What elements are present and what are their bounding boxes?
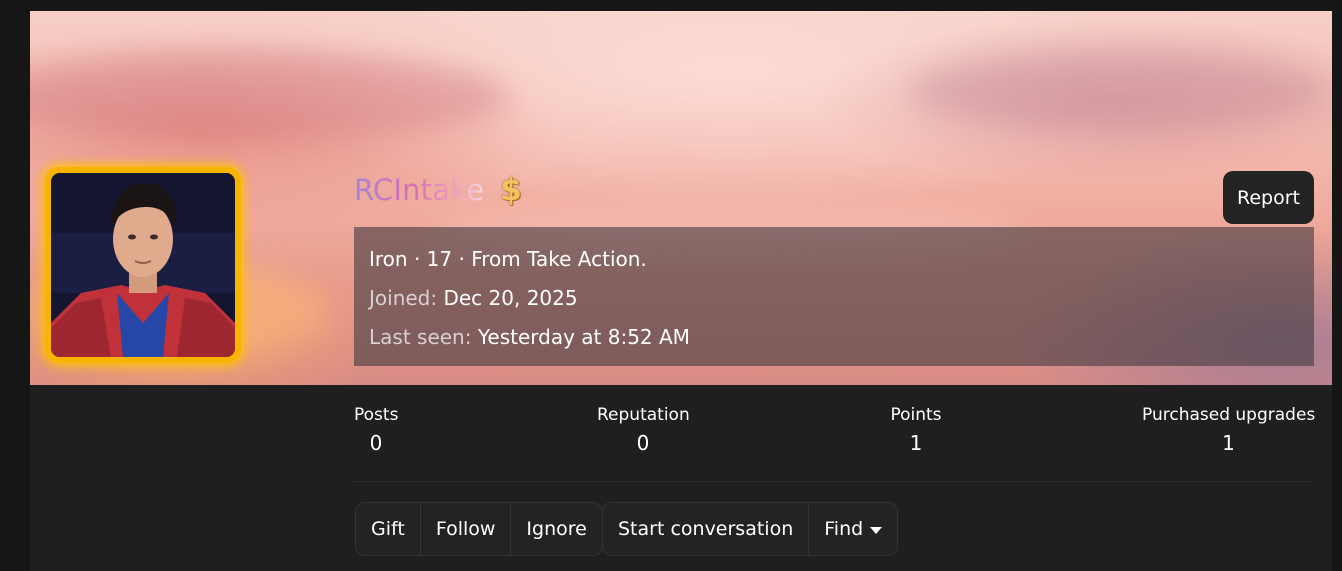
gift-button[interactable]: Gift (356, 503, 421, 555)
stat-posts[interactable]: Posts 0 (354, 405, 398, 455)
stat-value: 1 (1222, 431, 1235, 455)
profile-blurb: Iron · 17 · From Take Action. (369, 247, 647, 271)
conversation-actions-group: Start conversation Find (602, 502, 899, 556)
stat-label: Purchased upgrades (1142, 405, 1316, 425)
stat-label: Points (890, 405, 942, 425)
stat-value: 0 (369, 431, 383, 455)
stat-value: 0 (636, 431, 650, 455)
ignore-button[interactable]: Ignore (511, 503, 601, 555)
stat-label: Reputation (597, 405, 690, 425)
dollar-icon: $ (500, 172, 522, 208)
find-label: Find (824, 518, 864, 540)
divider (354, 481, 1312, 482)
stat-points[interactable]: Points 1 (890, 405, 942, 455)
last-seen-value: Yesterday at 8:52 AM (477, 325, 690, 349)
profile-card: RCIntake $ Report Iron · 17 · From Take … (30, 11, 1332, 571)
find-button[interactable]: Find (809, 503, 897, 555)
start-conversation-button[interactable]: Start conversation (603, 503, 810, 555)
stat-reputation[interactable]: Reputation 0 (597, 405, 690, 455)
page: RCIntake $ Report Iron · 17 · From Take … (0, 0, 1342, 571)
avatar[interactable] (45, 167, 241, 363)
stat-purchased-upgrades[interactable]: Purchased upgrades 1 (1142, 405, 1315, 455)
username[interactable]: RCIntake (354, 173, 484, 207)
stat-label: Posts (354, 405, 399, 425)
last-seen-row: Last seen: Yesterday at 8:52 AM (369, 325, 690, 349)
joined-row: Joined: Dec 20, 2025 (369, 286, 578, 310)
member-actions-group: Gift Follow Ignore (355, 502, 603, 556)
profile-info-box: Iron · 17 · From Take Action. Joined: De… (354, 227, 1314, 366)
profile-stats: Posts 0 Reputation 0 Points 1 Purchased … (354, 405, 1315, 465)
joined-date: Dec 20, 2025 (443, 286, 578, 310)
username-row: RCIntake $ (354, 168, 522, 212)
joined-label: Joined: (369, 286, 438, 310)
chevron-down-icon (870, 526, 883, 534)
follow-button[interactable]: Follow (421, 503, 512, 555)
report-button[interactable]: Report (1223, 171, 1314, 224)
last-seen-label: Last seen: (369, 325, 472, 349)
stat-value: 1 (909, 431, 923, 455)
avatar-image (51, 173, 235, 357)
